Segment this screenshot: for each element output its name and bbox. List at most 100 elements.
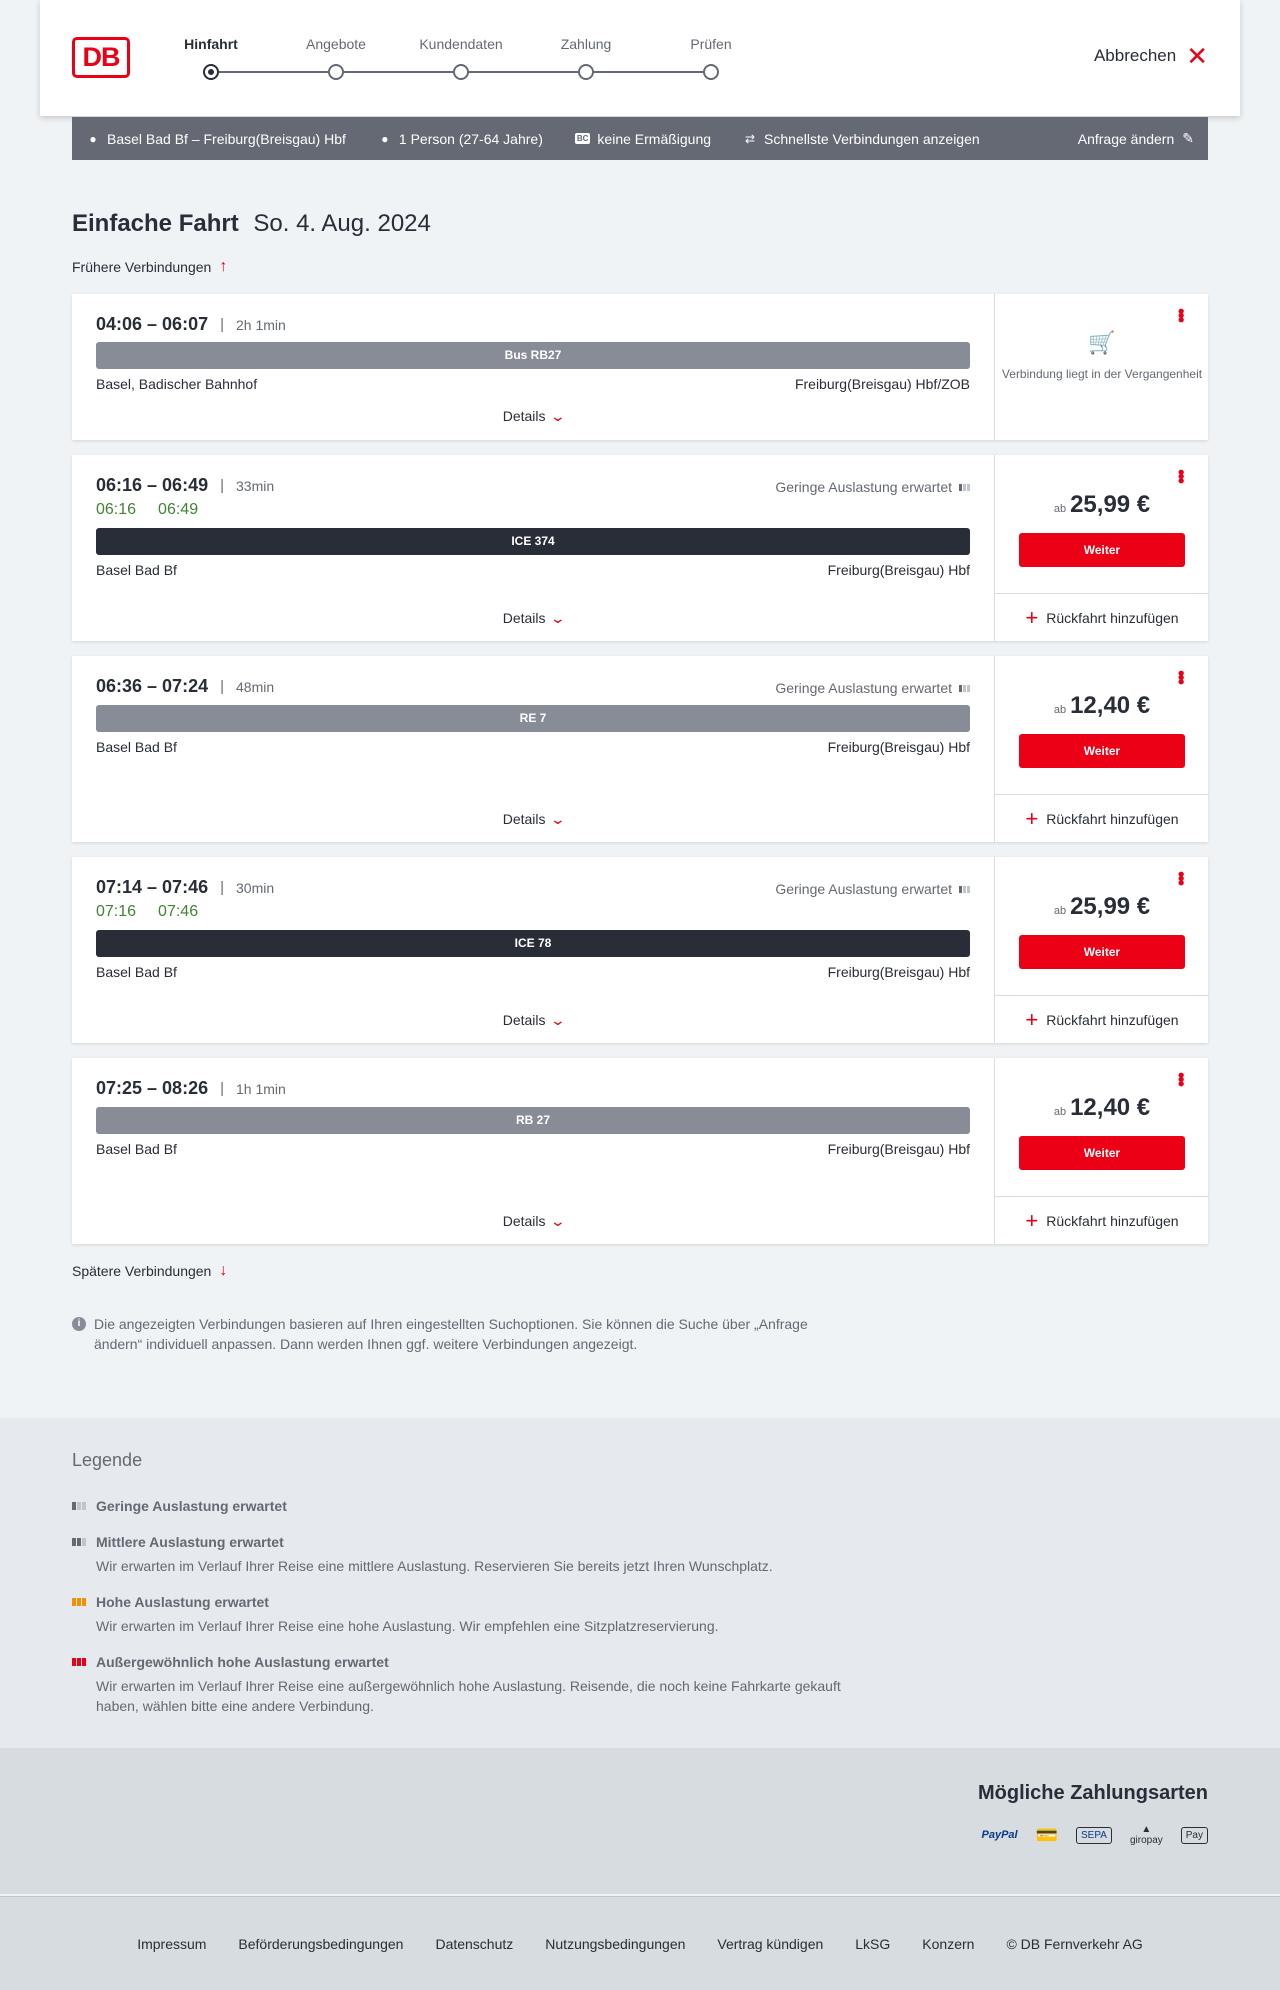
connection-card: 07:14 – 07:46 | 30min 07:16 07:46 Geringe… <box>72 857 1209 1043</box>
train-bar: ICE 78 <box>96 930 970 957</box>
fastest-summary: ⇄ Schnellste Verbindungen anzeigen <box>743 131 980 147</box>
connection-info[interactable]: 07:14 – 07:46 | 30min 07:16 07:46 Geringe… <box>72 857 994 1043</box>
footer: Impressum Beförderungsbedingungen Datens… <box>0 1896 1280 1990</box>
add-return-trip-button[interactable]: + Rückfahrt hinzufügen <box>995 995 1209 1043</box>
occupancy-low-icon <box>959 684 970 692</box>
offer-panel: ••• ab 25,99 € Weiter + Rückfahrt hinzufü… <box>994 455 1209 641</box>
separator: | <box>220 1080 224 1097</box>
connection-info[interactable]: 06:16 – 06:49 | 33min 06:16 06:49 Geringe… <box>72 455 994 641</box>
continue-button[interactable]: Weiter <box>1019 734 1185 768</box>
continue-button[interactable]: Weiter <box>1019 1136 1185 1170</box>
plus-icon: + <box>1025 805 1039 831</box>
price: ab 25,99 € <box>995 893 1209 921</box>
step-dot-angebote <box>328 64 344 80</box>
details-toggle[interactable]: Details ⌄ <box>72 811 994 828</box>
connection-card: 07:25 – 08:26 | 1h 1min RB 27 Basel Bad … <box>72 1058 1209 1244</box>
legend-section: Legende Geringe Auslastung erwartet Mitt… <box>0 1418 1280 1748</box>
details-toggle[interactable]: Details ⌄ <box>72 1213 994 1230</box>
departure-station: Basel Bad Bf <box>96 1141 177 1157</box>
arrival-station: Freiburg(Breisgau) Hbf/ZOB <box>794 376 970 392</box>
fastest-text: Schnellste Verbindungen anzeigen <box>764 130 980 147</box>
step-dot-zahlung <box>578 64 594 80</box>
occupancy-indicator: Geringe Auslastung erwartet <box>775 680 970 696</box>
change-request-button[interactable]: Anfrage ändern ✎ <box>1078 130 1194 147</box>
discount-summary: BC keine Ermäßigung <box>574 131 711 147</box>
price-prefix: ab <box>1053 905 1067 917</box>
train-bar: ICE 374 <box>96 528 970 555</box>
plus-icon: + <box>1025 604 1039 630</box>
legend-item-title: Außergewöhnlich hohe Auslastung erwartet <box>96 1654 389 1670</box>
connection-times: 07:14 – 07:46 | 30min <box>96 877 274 898</box>
cancel-button[interactable]: Abbrechen ✕ <box>1094 41 1208 71</box>
connection-info[interactable]: 06:36 – 07:24 | 48min Geringe Auslastung… <box>72 656 994 842</box>
more-options-icon[interactable]: ••• <box>1171 308 1191 321</box>
step-label-zahlung: Zahlung <box>560 36 612 52</box>
footer-link-impressum[interactable]: Impressum <box>137 1936 206 1952</box>
details-toggle[interactable]: Details ⌄ <box>72 1012 994 1029</box>
search-info-note: i Die angezeigten Verbindungen basieren … <box>72 1314 852 1354</box>
close-icon: ✕ <box>1186 41 1208 71</box>
earlier-connections-link[interactable]: Frühere Verbindungen ↑ <box>72 258 227 276</box>
plus-icon: + <box>1025 1207 1039 1233</box>
footer-link-konzern[interactable]: Konzern <box>922 1936 974 1952</box>
legend-item-title: Geringe Auslastung erwartet <box>96 1498 287 1514</box>
footer-link-datenschutz[interactable]: Datenschutz <box>435 1936 513 1952</box>
later-connections-label: Spätere Verbindungen <box>72 1263 212 1279</box>
info-icon: i <box>72 1317 86 1331</box>
occupancy-text: Geringe Auslastung erwartet <box>775 479 952 495</box>
db-logo[interactable]: DB <box>72 37 130 78</box>
connection-duration: 33min <box>236 477 275 494</box>
trip-date: So. 4. Aug. 2024 <box>253 210 431 237</box>
payment-icons: PayPal 💳 SEPA ▲ giropay Pay <box>982 1824 1208 1846</box>
connection-times: 06:16 – 06:49 | 33min <box>96 475 274 496</box>
footer-link-nutzungsbedingungen[interactable]: Nutzungsbedingungen <box>545 1936 685 1952</box>
add-return-trip-button[interactable]: + Rückfahrt hinzufügen <box>995 794 1209 842</box>
continue-button[interactable]: Weiter <box>1019 533 1185 567</box>
footer-link-vertrag-kuendigen[interactable]: Vertrag kündigen <box>717 1936 823 1952</box>
footer-link-befoerderungsbedingungen[interactable]: Beförderungsbedingungen <box>238 1936 403 1952</box>
separator: | <box>220 879 224 896</box>
giropay-label: giropay <box>1129 1835 1163 1846</box>
add-return-trip-button[interactable]: + Rückfahrt hinzufügen <box>995 593 1209 641</box>
departure-arrival-time: 07:25 – 08:26 <box>96 1078 209 1098</box>
step-dot-hinfahrt <box>203 64 219 80</box>
pencil-icon: ✎ <box>1182 130 1194 146</box>
step-label-kundendaten: Kundendaten <box>419 36 503 52</box>
details-label: Details <box>502 408 546 424</box>
price-value: 12,40 € <box>1070 692 1151 719</box>
more-options-icon[interactable]: ••• <box>1171 469 1191 482</box>
step-label-angebote: Angebote <box>306 36 366 52</box>
header: DB Hinfahrt Angebote Kundendaten Zahlung… <box>40 0 1240 116</box>
earlier-connections-label: Frühere Verbindungen <box>72 259 212 275</box>
connection-duration: 30min <box>236 879 275 896</box>
connection-times: 07:25 – 08:26 | 1h 1min <box>96 1078 286 1099</box>
later-connections-link[interactable]: Spätere Verbindungen ↓ <box>72 1262 227 1280</box>
more-options-icon[interactable]: ••• <box>1171 1072 1191 1085</box>
legend-title: Legende <box>72 1450 143 1470</box>
connection-info[interactable]: 04:06 – 06:07 | 2h 1min Bus RB27 Basel, … <box>72 294 994 440</box>
step-dot-kundendaten <box>453 64 469 80</box>
add-return-trip-button[interactable]: + Rückfahrt hinzufügen <box>995 1196 1209 1244</box>
price-value: 25,99 € <box>1070 491 1151 518</box>
search-info-text: Die angezeigten Verbindungen basieren au… <box>94 1316 808 1352</box>
connection-times: 06:36 – 07:24 | 48min <box>96 676 274 697</box>
connection-info[interactable]: 07:25 – 08:26 | 1h 1min RB 27 Basel Bad … <box>72 1058 994 1244</box>
arrow-up-icon: ↑ <box>219 258 228 275</box>
chevron-down-icon: ⌄ <box>549 1012 566 1028</box>
continue-button[interactable]: Weiter <box>1019 935 1185 969</box>
occupancy-indicator: Geringe Auslastung erwartet <box>775 479 970 495</box>
realtime-departure: 07:16 <box>96 903 137 920</box>
legend-item-desc: Wir erwarten im Verlauf Ihrer Reise eine… <box>96 1678 841 1714</box>
step-label-pruefen: Prüfen <box>690 36 732 52</box>
departure-arrival-time: 04:06 – 06:07 <box>96 314 209 334</box>
details-toggle[interactable]: Details ⌄ <box>72 610 994 627</box>
connection-duration: 1h 1min <box>236 1080 286 1097</box>
footer-link-lksg[interactable]: LkSG <box>855 1936 890 1952</box>
details-toggle[interactable]: Details ⌄ <box>72 408 994 425</box>
more-options-icon[interactable]: ••• <box>1171 670 1191 683</box>
departure-station: Basel Bad Bf <box>96 739 177 755</box>
footer-copyright: © DB Fernverkehr AG <box>1006 1935 1143 1952</box>
departure-station: Basel, Badischer Bahnhof <box>96 376 258 392</box>
more-options-icon[interactable]: ••• <box>1171 871 1191 884</box>
legend-item-title: Mittlere Auslastung erwartet <box>96 1534 284 1550</box>
